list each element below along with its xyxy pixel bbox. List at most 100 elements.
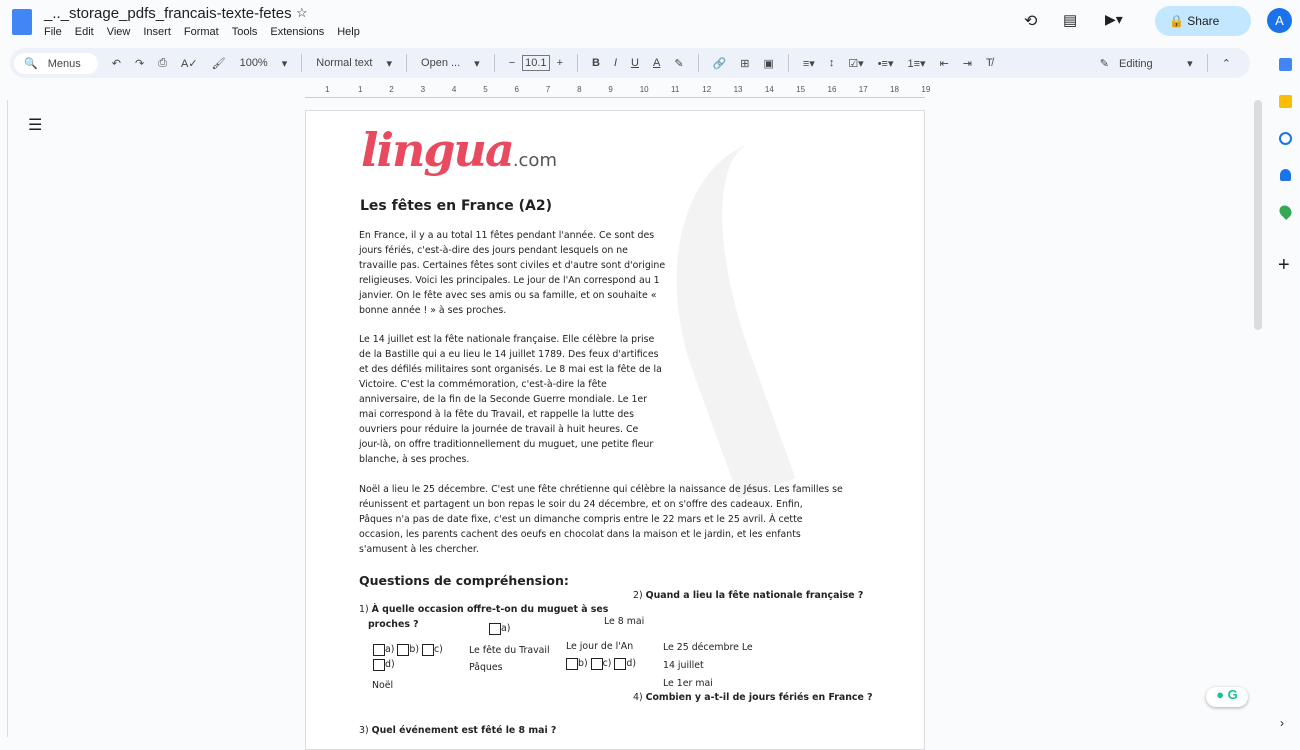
maps-icon[interactable] [1277,203,1294,220]
highlight-icon[interactable]: ✎ [674,57,683,70]
indent-decrease-icon[interactable]: ⇤ [940,57,949,70]
outline-icon[interactable]: ☰ [28,115,42,135]
paint-format-icon[interactable]: 🖌 [212,57,226,70]
docs-logo[interactable] [12,9,32,35]
bold-icon[interactable]: B [592,57,600,69]
calendar-icon[interactable] [1279,58,1292,71]
print-icon[interactable]: ⎙ [158,57,167,70]
bullet-list-icon[interactable]: •≡▾ [878,57,894,70]
comment-icon[interactable]: ⊞ [740,57,749,70]
add-addon-icon[interactable]: + [1278,254,1300,277]
menu-file[interactable]: File [44,26,62,38]
document-title[interactable]: _.._storage_pdfs_francais-texte-fetes [44,5,292,22]
text-line: Le 14 juillet est la fête nationale fran… [359,334,655,345]
italic-icon[interactable]: I [614,57,617,69]
ruler-tick: 19 [921,85,931,94]
ruler-tick: 7 [545,85,551,94]
text-line: et des défilés militaires sont organisés… [359,364,662,375]
contacts-icon[interactable] [1280,169,1291,181]
menu-extensions[interactable]: Extensions [270,26,324,38]
ruler-tick: 15 [796,85,806,94]
checkbox[interactable] [373,643,385,656]
undo-icon[interactable]: ↶ [112,57,121,70]
align-icon[interactable]: ≡▾ [803,57,815,70]
menu-format[interactable]: Format [184,26,219,38]
answer: Le fête du Travail [469,645,550,656]
collapse-icon[interactable]: ⌃ [1222,57,1231,70]
text-line: ouvriers pour réduire la journée de trav… [359,424,639,435]
comments-icon[interactable]: ▤ [1063,11,1077,29]
menu-help[interactable]: Help [337,26,360,38]
paragraph-3: Noël a lieu le 25 décembre. C'est une fê… [359,482,843,557]
avatar[interactable]: A [1267,8,1292,33]
line-spacing-icon[interactable]: ↕ [829,57,835,69]
ruler-tick: 11 [671,85,680,94]
watermark [626,113,946,499]
font-select[interactable]: Open ... [421,57,460,69]
menu-tools[interactable]: Tools [232,26,258,38]
image-icon[interactable]: ▣ [763,57,773,70]
indent-increase-icon[interactable]: ⇥ [963,57,972,70]
checkbox[interactable] [614,657,627,670]
checkbox[interactable] [397,643,410,656]
checkbox[interactable] [489,622,501,635]
questions-heading: Questions de compréhension: [359,573,569,588]
style-select[interactable]: Normal text [316,57,372,69]
link-icon[interactable]: 🔗 [713,57,727,70]
font-size-input[interactable]: 10.1 [522,55,550,71]
answer: Le 8 mai [604,616,645,627]
text-line: bonne année ! » à ses proches. [359,305,507,316]
checklist-icon[interactable]: ☑▾ [848,57,863,70]
decrease-font-icon[interactable]: − [509,57,515,69]
editing-mode-select[interactable]: ✎ Editing ▾ [1100,57,1193,70]
text-line: jour-là, on offre traditionnellement du … [359,439,654,450]
ruler[interactable]: 1 1 2 3 4 5 6 7 8 9 10 11 12 13 14 15 16 17 18 19 [305,84,930,98]
ruler-tick: 14 [764,85,774,94]
expand-panel-icon[interactable]: › [1280,716,1284,730]
tasks-icon[interactable] [1279,132,1292,145]
left-ruler [0,100,8,737]
menu-view[interactable]: View [107,26,131,38]
lingua-logo: lingua.com [361,123,557,177]
checkbox[interactable] [590,657,603,670]
ruler-tick: 10 [639,85,649,94]
checkbox[interactable] [566,657,578,670]
ruler-tick: 1 [358,85,363,94]
share-label: Share [1187,14,1220,28]
increase-font-icon[interactable]: + [557,57,563,69]
zoom-select[interactable]: 100% [240,57,268,69]
history-icon[interactable]: ⟲ [1024,11,1037,31]
ruler-tick: 12 [702,85,712,94]
menu-edit[interactable]: Edit [75,26,94,38]
underline-icon[interactable]: U [631,57,639,69]
redo-icon[interactable]: ↷ [135,57,144,70]
answer: 14 juillet [663,660,704,671]
keep-icon[interactable] [1279,95,1292,108]
numbered-list-icon[interactable]: 1≡▾ [908,57,926,70]
text-line: de la Bastille qui a eu lieu le 14 juill… [359,349,659,360]
star-icon[interactable]: ☆ [296,5,308,21]
text-line: blanche, à ses proches. [359,454,470,465]
paragraph-1: En France, il y a au total 11 fêtes pend… [359,228,665,318]
menu-insert[interactable]: Insert [143,26,171,38]
grammarly-icon[interactable]: ● G [1206,687,1248,707]
meet-icon[interactable]: ▶▾ [1105,11,1123,28]
spellcheck-icon[interactable]: A✓ [181,57,198,70]
text-line: s'amusent à les chercher. [359,544,479,555]
checkbox[interactable] [373,658,385,671]
document-page[interactable]: lingua.com Les fêtes en France (A2) En F… [305,110,946,750]
question-1: À quelle occasion offre-t-on du muguet à… [371,604,609,615]
share-button[interactable]: 🔒 Share [1155,6,1251,36]
scrollbar[interactable] [1254,100,1262,330]
checkbox[interactable] [421,643,434,656]
text-color-icon[interactable]: A [653,57,660,69]
ruler-tick: 17 [858,85,868,94]
text-line: religieuses. Voici les principales. Le j… [359,275,660,286]
search-menus[interactable]: 🔍 Menus [14,52,98,74]
text-line: Victoire. C'est la commémoration, c'est-… [359,379,607,390]
text-line: Pâques n'a pas de date fixe, c'est un di… [359,514,803,525]
question-4: Combien y a-t-il de jours fériés en Fran… [645,692,873,703]
text-line: réunissent et partagent un bon repas le … [359,499,803,510]
clear-format-icon[interactable]: T̸ [986,57,993,69]
toolbar: 🔍 Menus ↶ ↷ ⎙ A✓ 🖌 100% ▾ Normal text ▾ Open … [10,48,1250,78]
